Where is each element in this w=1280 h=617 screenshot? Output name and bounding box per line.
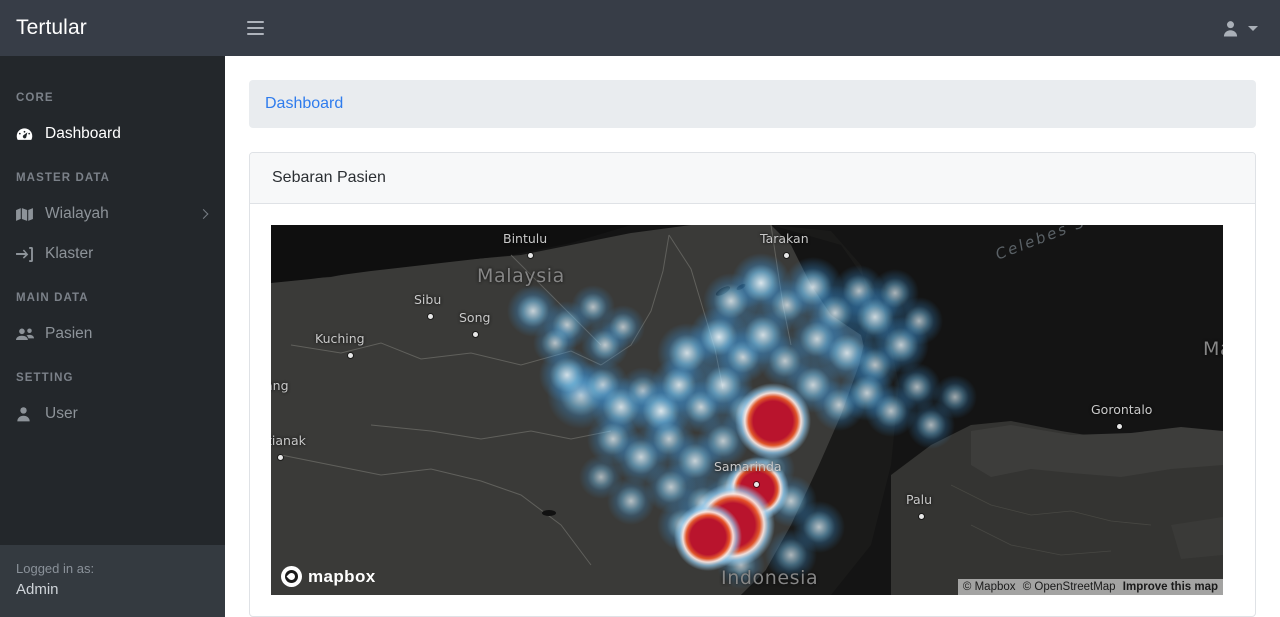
hamburger-bar: [246, 33, 264, 35]
sidebar-item-wialayah[interactable]: Wialayah: [0, 194, 225, 234]
breadcrumb: Dashboard: [249, 80, 1256, 128]
map-city-dot: [473, 332, 478, 337]
chevron-down-icon: [1248, 25, 1258, 31]
users-icon: [16, 327, 38, 341]
sidebar-heading-main-data: MAIN DATA: [16, 292, 89, 304]
card-title: Sebaran Pasien: [250, 153, 1255, 204]
map-landmass: [271, 225, 1223, 595]
user-solid-icon: [16, 406, 38, 422]
sidebar-item-user[interactable]: User: [0, 394, 225, 434]
mapbox-mark-icon: [281, 566, 302, 587]
sidebar-item-label: Pasien: [45, 325, 93, 342]
mapbox-logo-text: mapbox: [308, 566, 376, 586]
sidebar-heading-setting: SETTING: [16, 372, 74, 384]
tachometer-icon: [16, 126, 38, 143]
sidebar-item-label: Wialayah: [45, 205, 109, 222]
top-navbar: Tertular: [0, 0, 1280, 56]
map-city-dot: [919, 514, 924, 519]
sebaran-pasien-card: Sebaran Pasien Bintulu Tarakan Malaysia …: [249, 152, 1256, 617]
hamburger-bar: [246, 27, 264, 29]
user-icon: [1222, 20, 1239, 37]
app-root: Tertular CORE Dashboard MASTER DATA Wialaya…: [0, 0, 1280, 617]
sidebar-item-label: Klaster: [45, 245, 94, 262]
card-body: Bintulu Tarakan Malaysia Sibu Song Kuching Cel…: [250, 204, 1255, 616]
sidebar-nav: CORE Dashboard MASTER DATA Wialayah Klaster M…: [0, 56, 225, 545]
attribution-mapbox[interactable]: © Mapbox: [963, 581, 1016, 593]
chevron-right-icon: [198, 209, 209, 219]
breadcrumb-item-dashboard[interactable]: Dashboard: [265, 95, 343, 112]
hamburger-bar: [246, 21, 264, 23]
map-city-dot: [428, 314, 433, 319]
sidebar-item-klaster[interactable]: Klaster: [0, 234, 225, 274]
hamburger-icon[interactable]: [240, 13, 270, 43]
sidebar-item-dashboard[interactable]: Dashboard: [0, 114, 225, 154]
app-brand[interactable]: Tertular: [0, 16, 225, 40]
main-content: Dashboard Sebaran Pasien Bintulu Tarakan…: [225, 56, 1280, 617]
sidebar-footer: Logged in as: Admin: [0, 545, 225, 617]
map-icon: [16, 207, 38, 222]
patient-distribution-map[interactable]: Bintulu Tarakan Malaysia Sibu Song Kuching Cel…: [271, 225, 1223, 595]
mapbox-logo[interactable]: mapbox: [281, 566, 376, 587]
map-city-dot: [278, 455, 283, 460]
sidebar-item-label: Dashboard: [45, 125, 121, 142]
sidebar-item-label: User: [45, 405, 78, 422]
map-city-dot: [1117, 424, 1122, 429]
map-city-dot: [784, 253, 789, 258]
logged-in-label: Logged in as:: [16, 561, 95, 576]
map-city-dot: [528, 253, 533, 258]
sign-in-arrow-icon: [16, 246, 38, 262]
sidebar: CORE Dashboard MASTER DATA Wialayah Klaster M…: [0, 56, 225, 617]
map-city-dot: [754, 482, 759, 487]
map-city-dot: [348, 353, 353, 358]
user-menu-dropdown[interactable]: [1222, 20, 1280, 37]
sidebar-heading-master-data: MASTER DATA: [16, 172, 111, 184]
sidebar-item-pasien[interactable]: Pasien: [0, 314, 225, 354]
map-attribution: © Mapbox © OpenStreetMap Improve this ma…: [957, 579, 1223, 595]
improve-this-map-link[interactable]: Improve this map: [1123, 581, 1218, 593]
logged-in-username: Admin: [16, 581, 59, 598]
sidebar-heading-core: CORE: [16, 92, 54, 104]
attribution-osm[interactable]: © OpenStreetMap: [1023, 581, 1116, 593]
